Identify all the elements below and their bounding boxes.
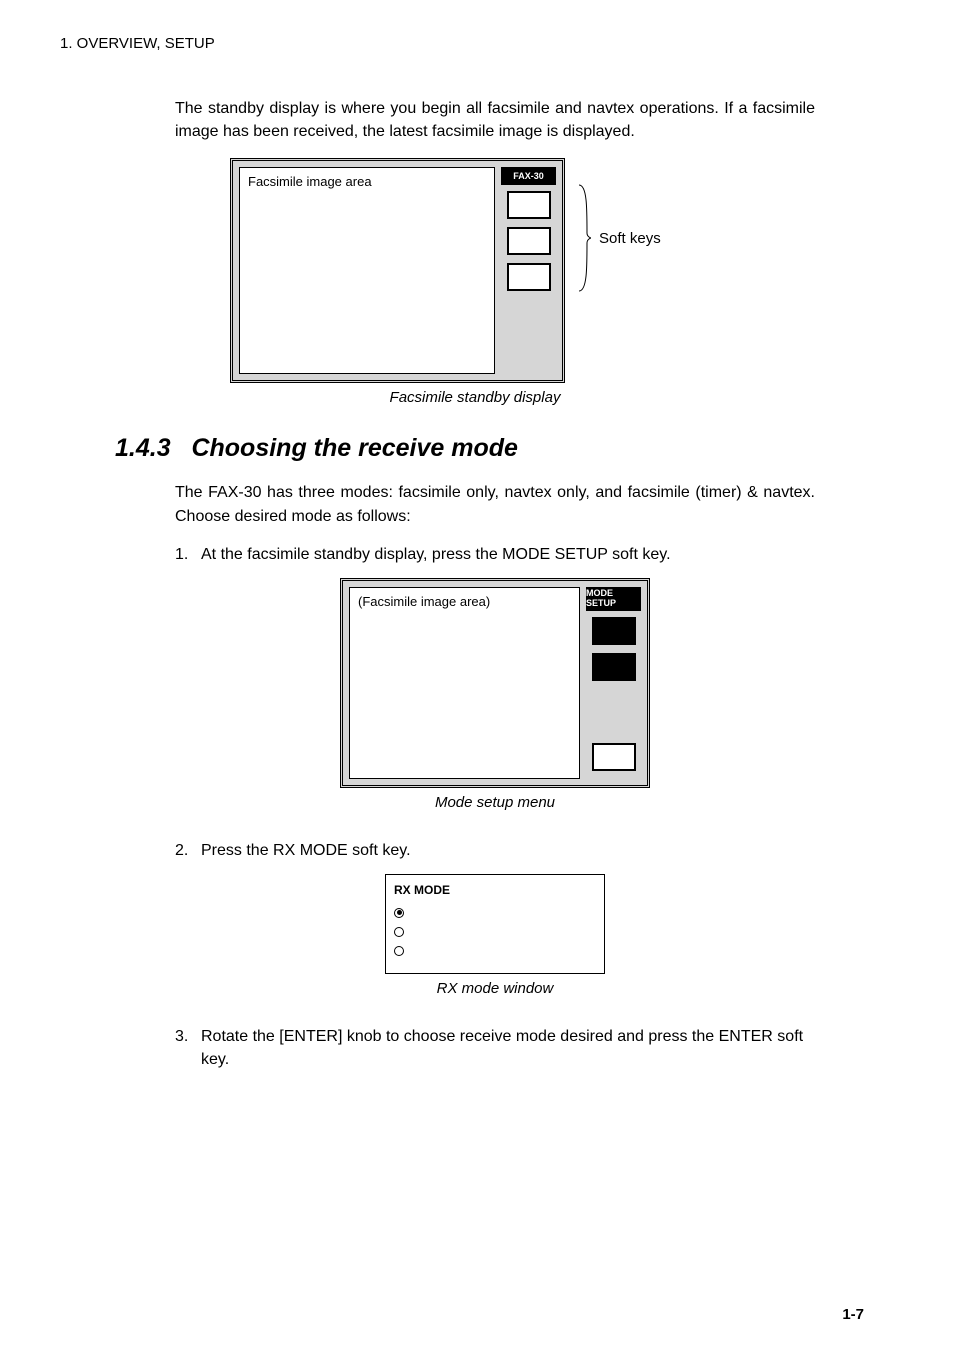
step-2-number: 2. bbox=[175, 839, 201, 862]
section-paragraph: The FAX-30 has three modes: facsimile on… bbox=[175, 481, 815, 527]
figure2-caption: Mode setup menu bbox=[175, 794, 815, 811]
facsimile-image-area-2: (Facsimile image area) bbox=[349, 587, 580, 779]
step-1-number: 1. bbox=[175, 543, 201, 566]
page-header-path: 1. OVERVIEW, SETUP bbox=[60, 35, 864, 52]
section-title-text: Choosing the receive mode bbox=[191, 434, 517, 462]
display-title-pill: FAX-30 bbox=[501, 167, 556, 185]
radio-unselected-icon bbox=[394, 946, 404, 956]
rx-option-faxtimer-navtex[interactable]: FAX(TIMER)&NAVTEX bbox=[394, 942, 596, 961]
softkey-return[interactable]: RETURN bbox=[592, 743, 636, 771]
step-1-text: At the facsimile standby display, press … bbox=[201, 543, 815, 566]
softkey-column-2: MODE SETUP RX MODE TIMER SETUP RETURN bbox=[586, 587, 641, 779]
brace-icon bbox=[577, 183, 591, 293]
softkey-navtex[interactable]: NAVTEX bbox=[507, 227, 551, 255]
step-2-text: Press the RX MODE soft key. bbox=[201, 839, 815, 862]
rx-option-navtex[interactable]: NAVTEX bbox=[394, 922, 596, 941]
rx-mode-title: RX MODE bbox=[394, 883, 596, 897]
figure-mode-setup: (Facsimile image area) MODE SETUP RX MOD… bbox=[340, 578, 650, 788]
rx-window-caption: RX mode window bbox=[175, 980, 815, 997]
main-content: The standby display is where you begin a… bbox=[175, 97, 815, 1071]
step-3-number: 3. bbox=[175, 1025, 201, 1071]
figure1-caption: Facsimile standby display bbox=[135, 389, 815, 406]
radio-unselected-icon bbox=[394, 927, 404, 937]
step-2: 2. Press the RX MODE soft key. bbox=[175, 839, 815, 862]
softkey-wxfax[interactable]: WX FAX bbox=[507, 191, 551, 219]
section-number: 1.4.3 bbox=[115, 434, 171, 462]
step-3-text: Rotate the [ENTER] knob to choose receiv… bbox=[201, 1025, 815, 1071]
softkey-rxmode[interactable]: RX MODE bbox=[592, 617, 636, 645]
page-number: 1-7 bbox=[842, 1306, 864, 1323]
softkey-timer-setup[interactable]: TIMER SETUP bbox=[592, 653, 636, 681]
rx-option-fax-label: FAX bbox=[410, 903, 433, 922]
rx-option-fax[interactable]: FAX bbox=[394, 903, 596, 922]
rx-mode-window: RX MODE FAX NAVTEX FAX(TIMER)&NAVTEX bbox=[385, 874, 605, 974]
radio-selected-icon bbox=[394, 908, 404, 918]
softkey-column: FAX-30 WX FAX NAVTEX MODE SETUP bbox=[501, 167, 556, 374]
display-frame-2: (Facsimile image area) MODE SETUP RX MOD… bbox=[340, 578, 650, 788]
softkey-mode-setup[interactable]: MODE SETUP bbox=[507, 263, 551, 291]
display-title-pill-2: MODE SETUP bbox=[586, 587, 641, 611]
step-1: 1. At the facsimile standby display, pre… bbox=[175, 543, 815, 566]
softkeys-brace-label: Soft keys bbox=[577, 178, 661, 298]
section-heading: 1.4.3 Choosing the receive mode bbox=[115, 434, 815, 463]
figure-standby-display: Facsimile image area FAX-30 WX FAX NAVTE… bbox=[230, 158, 815, 383]
rx-option-faxtimer-navtex-label: FAX(TIMER)&NAVTEX bbox=[410, 942, 533, 961]
softkeys-label-text: Soft keys bbox=[599, 230, 661, 247]
step-3: 3. Rotate the [ENTER] knob to choose rec… bbox=[175, 1025, 815, 1071]
rx-option-navtex-label: NAVTEX bbox=[410, 922, 457, 941]
intro-paragraph: The standby display is where you begin a… bbox=[175, 97, 815, 143]
display-frame: Facsimile image area FAX-30 WX FAX NAVTE… bbox=[230, 158, 565, 383]
facsimile-image-area: Facsimile image area bbox=[239, 167, 495, 374]
